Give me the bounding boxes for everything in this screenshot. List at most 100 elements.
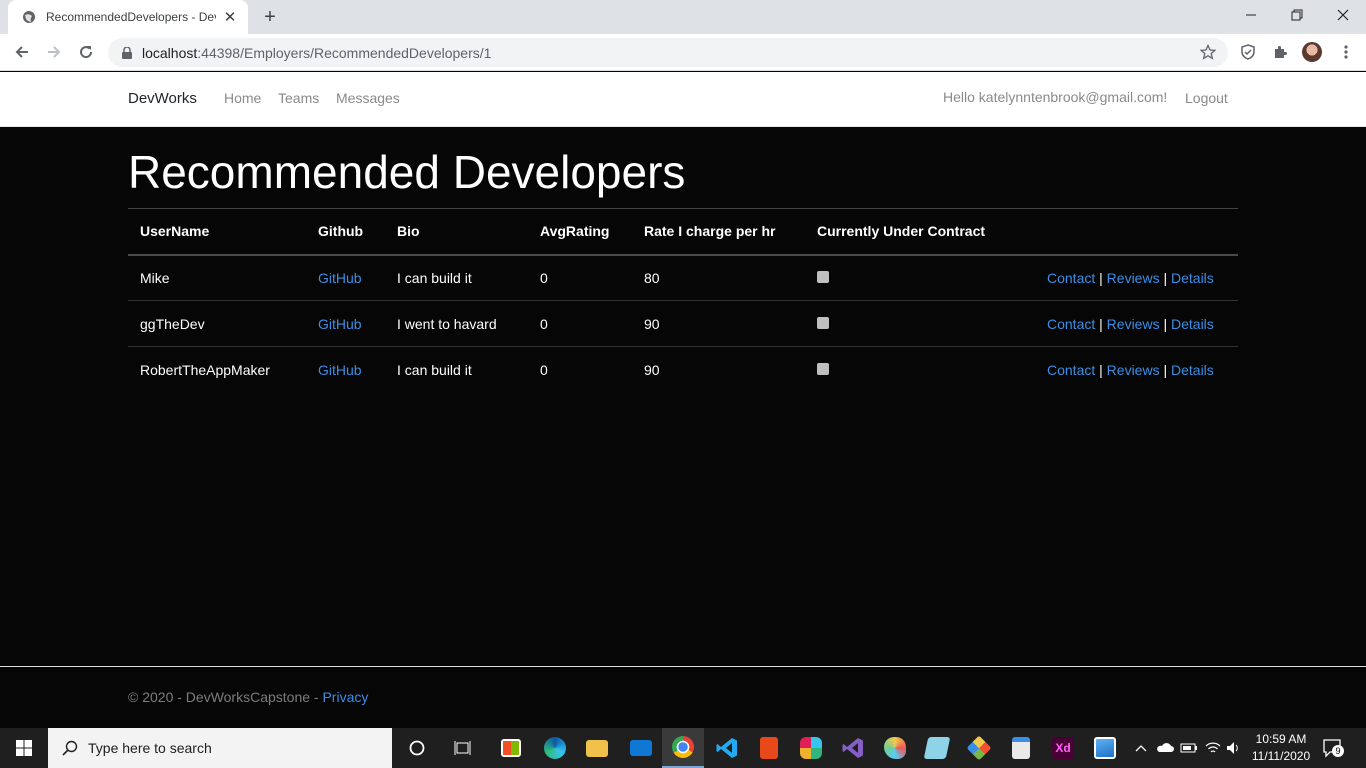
column-header-actions bbox=[1017, 209, 1238, 255]
under-contract-checkbox bbox=[817, 271, 829, 284]
notepad-icon[interactable] bbox=[916, 728, 958, 768]
file-explorer-icon[interactable] bbox=[576, 728, 618, 768]
nav-messages-link[interactable]: Messages bbox=[336, 90, 400, 106]
page-title: Recommended Developers bbox=[128, 146, 686, 198]
app-icon[interactable] bbox=[1000, 728, 1042, 768]
windows-logo-icon bbox=[16, 740, 32, 756]
reload-icon bbox=[80, 46, 93, 59]
office-icon[interactable] bbox=[748, 728, 790, 768]
footer-divider bbox=[0, 666, 1366, 667]
reviews-link[interactable]: Reviews bbox=[1107, 316, 1160, 332]
table-row: Mike GitHub I can build it 0 80 Contact … bbox=[128, 255, 1238, 301]
close-window-button[interactable] bbox=[1320, 0, 1366, 30]
taskbar-search-input[interactable]: Type here to search bbox=[48, 728, 392, 768]
adobe-xd-icon[interactable]: Xd bbox=[1042, 728, 1084, 768]
brand-link[interactable]: DevWorks bbox=[128, 90, 197, 107]
contact-link[interactable]: Contact bbox=[1047, 270, 1095, 286]
photos-icon[interactable] bbox=[1084, 728, 1126, 768]
slack-icon[interactable] bbox=[790, 728, 832, 768]
separator: | bbox=[1163, 361, 1168, 378]
chrome-icon[interactable] bbox=[662, 728, 704, 768]
browser-toolbar: localhost:44398/Employers/RecommendedDev… bbox=[0, 34, 1366, 71]
separator: | bbox=[1099, 269, 1103, 286]
bio-cell: I can build it bbox=[397, 269, 472, 286]
visual-studio-icon[interactable] bbox=[832, 728, 874, 768]
separator: | bbox=[1163, 269, 1168, 286]
table-row: ggTheDev GitHub I went to havard 0 90 Co… bbox=[128, 301, 1238, 347]
privacy-link[interactable]: Privacy bbox=[322, 689, 368, 705]
new-tab-button[interactable]: + bbox=[258, 5, 282, 29]
developers-table: UserName Github Bio AvgRating Rate I cha… bbox=[128, 208, 1238, 393]
paint-icon[interactable] bbox=[874, 728, 916, 768]
restore-button[interactable] bbox=[1274, 0, 1320, 30]
start-button[interactable] bbox=[0, 728, 48, 768]
more-menu-icon[interactable] bbox=[1336, 42, 1356, 62]
nav-teams-link[interactable]: Teams bbox=[278, 90, 319, 106]
bio-cell: I went to havard bbox=[397, 315, 497, 332]
footer-copyright: © 2020 - DevWorksCapstone - bbox=[128, 689, 323, 705]
address-bar[interactable]: localhost:44398/Employers/RecommendedDev… bbox=[108, 38, 1228, 67]
clock-time: 10:59 AM bbox=[1255, 732, 1307, 746]
cortana-icon[interactable] bbox=[396, 728, 438, 768]
contact-link[interactable]: Contact bbox=[1047, 362, 1095, 378]
rate-cell: 80 bbox=[644, 269, 660, 286]
github-link[interactable]: GitHub bbox=[318, 270, 362, 286]
reviews-link[interactable]: Reviews bbox=[1107, 362, 1160, 378]
minimize-button[interactable] bbox=[1228, 0, 1274, 30]
column-header: AvgRating bbox=[540, 223, 610, 240]
github-link[interactable]: GitHub bbox=[318, 362, 362, 378]
username-cell: Mike bbox=[140, 269, 170, 286]
url-text: localhost:44398/Employers/RecommendedDev… bbox=[142, 44, 492, 61]
browser-tab[interactable]: RecommendedDevelopers - DevWorks ✕ bbox=[8, 0, 248, 34]
avg-rating-cell: 0 bbox=[540, 361, 548, 378]
details-link[interactable]: Details bbox=[1171, 270, 1214, 286]
column-header: Bio bbox=[397, 223, 420, 240]
logout-link[interactable]: Logout bbox=[1185, 90, 1228, 106]
rate-cell: 90 bbox=[644, 361, 660, 378]
column-header: Currently Under Contract bbox=[817, 223, 986, 240]
edge-icon[interactable] bbox=[534, 728, 576, 768]
back-button[interactable] bbox=[8, 38, 36, 66]
column-header: Github bbox=[318, 223, 364, 240]
windows-taskbar: Type here to search Xd 10:59 AM 11/11/20… bbox=[0, 728, 1366, 768]
lock-icon bbox=[120, 46, 134, 60]
vscode-icon[interactable] bbox=[706, 728, 748, 768]
details-link[interactable]: Details bbox=[1171, 316, 1214, 332]
mail-icon[interactable] bbox=[620, 728, 662, 768]
under-contract-checkbox bbox=[817, 363, 829, 376]
store-icon[interactable] bbox=[490, 728, 532, 768]
separator: | bbox=[1099, 361, 1103, 378]
site-navbar: DevWorks Home Teams Messages Hello katel… bbox=[0, 72, 1366, 127]
contact-link[interactable]: Contact bbox=[1047, 316, 1095, 332]
actions-cell: Contact | Reviews | Details bbox=[1017, 255, 1238, 301]
task-view-icon[interactable] bbox=[442, 728, 484, 768]
details-link[interactable]: Details bbox=[1171, 362, 1214, 378]
reload-button[interactable] bbox=[72, 38, 100, 66]
search-icon bbox=[62, 740, 78, 756]
user-greeting[interactable]: Hello katelynntenbrook@gmail.com! bbox=[943, 89, 1167, 105]
system-clock[interactable]: 10:59 AM 11/11/2020 bbox=[1244, 731, 1318, 765]
avg-rating-cell: 0 bbox=[540, 269, 548, 286]
tab-title: RecommendedDevelopers - DevWorks bbox=[46, 10, 216, 24]
onedrive-cloud-icon[interactable] bbox=[1154, 728, 1176, 768]
footer: © 2020 - DevWorksCapstone - Privacy bbox=[128, 689, 368, 705]
github-link[interactable]: GitHub bbox=[318, 316, 362, 332]
wifi-icon[interactable] bbox=[1202, 728, 1224, 768]
puzzle-extensions-icon[interactable] bbox=[1270, 42, 1290, 62]
reviews-link[interactable]: Reviews bbox=[1107, 270, 1160, 286]
nav-home-link[interactable]: Home bbox=[224, 90, 261, 106]
shield-extension-icon[interactable] bbox=[1238, 42, 1258, 62]
chevron-up-icon[interactable] bbox=[1132, 728, 1150, 768]
bio-cell: I can build it bbox=[397, 361, 472, 378]
git-icon[interactable] bbox=[958, 728, 1000, 768]
bookmark-star-icon[interactable] bbox=[1200, 44, 1216, 60]
separator: | bbox=[1163, 315, 1168, 332]
profile-avatar[interactable] bbox=[1302, 42, 1322, 62]
tab-close-icon[interactable]: ✕ bbox=[222, 9, 238, 26]
table-row: RobertTheAppMaker GitHub I can build it … bbox=[128, 347, 1238, 393]
volume-icon[interactable] bbox=[1224, 728, 1244, 768]
action-center-button[interactable]: 9 bbox=[1322, 738, 1344, 758]
forward-button[interactable] bbox=[40, 38, 68, 66]
battery-icon[interactable] bbox=[1178, 728, 1200, 768]
rate-cell: 90 bbox=[644, 315, 660, 332]
